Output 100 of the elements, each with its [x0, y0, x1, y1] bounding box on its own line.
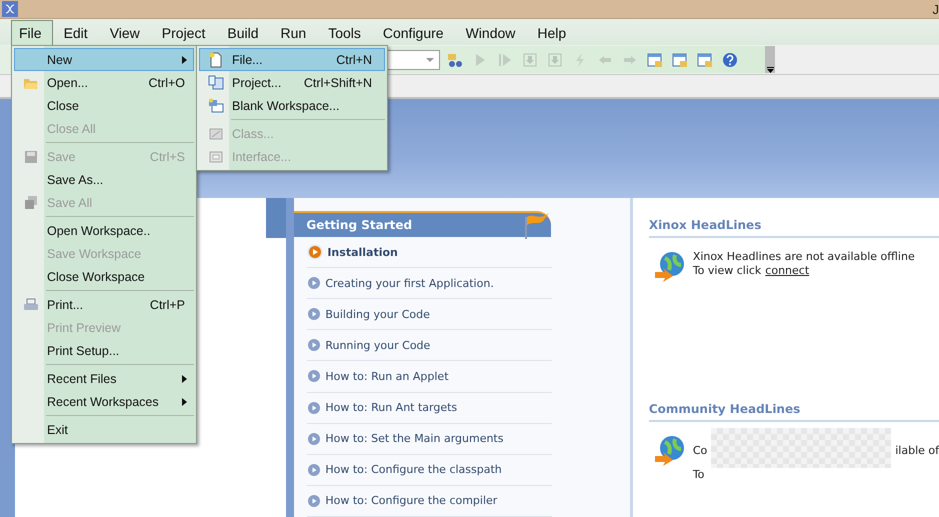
menu-item[interactable]: Print... Ctrl+P	[14, 293, 194, 316]
menu-item-label: Close	[47, 98, 80, 112]
menu-item-label: Exit	[47, 422, 69, 436]
globe-with-arrow-icon	[652, 434, 685, 466]
app-logo-icon	[2, 1, 18, 17]
help-topic-link[interactable]: How to: Configure the classpath	[307, 454, 552, 486]
shortcut-text: Ctrl+P	[150, 298, 186, 312]
project-icon	[208, 74, 224, 90]
menu-bar-item[interactable]: Edit	[56, 20, 99, 45]
dropdown-arrow-icon	[425, 56, 435, 62]
stacked-disks-icon	[23, 194, 39, 210]
help-icon	[722, 52, 738, 68]
menu-item-label: Save As...	[47, 172, 104, 186]
menu-item[interactable]: Blank Workspace...	[199, 94, 385, 117]
globe-with-arrow-icon	[652, 250, 685, 282]
menu-bar-item[interactable]: View	[102, 20, 151, 45]
play-bullet-icon	[307, 462, 322, 478]
menu-item-label: Class...	[232, 126, 275, 140]
menu-item-label: Open...	[47, 76, 89, 90]
menu-bar-item[interactable]: Help	[529, 20, 578, 45]
headline-message: Co	[692, 444, 708, 458]
menu-item[interactable]: New	[14, 48, 194, 71]
interface-icon	[208, 148, 224, 164]
menu-item[interactable]: Save As...	[14, 168, 194, 191]
headlines-title: Xinox HeadLines	[648, 216, 939, 238]
menu-item[interactable]: Close Workspace	[14, 265, 194, 288]
submenu-arrow-icon	[182, 398, 187, 406]
help-topic-link[interactable]: Installation	[307, 237, 552, 268]
help-topic-link[interactable]: How to: Run Ant targets	[307, 392, 552, 424]
shortcut-text: Ctrl+Shift+N	[304, 76, 373, 90]
menu-item-label: Project...	[232, 76, 282, 90]
headline-message: ilable of	[895, 444, 939, 458]
class-icon	[208, 126, 224, 142]
menu-item-label: Print...	[47, 298, 84, 312]
printer-icon	[23, 296, 39, 312]
headlines-title: Community HeadLines	[648, 400, 939, 422]
menu-bar-item[interactable]: Project	[154, 20, 216, 45]
play-bullet-icon	[307, 492, 322, 509]
play-circle-icon	[307, 244, 324, 260]
toolbar-overflow-button[interactable]	[765, 46, 775, 73]
window-title: J	[932, 2, 939, 16]
window-icon	[697, 52, 713, 68]
window-icon	[647, 52, 663, 68]
submenu-arrow-icon	[182, 374, 187, 382]
menu-item[interactable]: Close	[14, 94, 194, 117]
help-topic-link[interactable]: How to: Run an Applet	[307, 361, 552, 393]
menu-item-label: Print Preview	[47, 320, 122, 334]
connect-link[interactable]: connect	[765, 264, 810, 278]
menu-bar-item[interactable]: Build	[219, 20, 270, 45]
menu-item-label: Open Workspace..	[47, 224, 152, 238]
shortcut-text: Ctrl+N	[336, 52, 373, 66]
menu-item-label: New	[47, 52, 74, 66]
menu-item-label: Recent Files	[47, 372, 118, 386]
menu-item[interactable]: Open Workspace..	[14, 219, 194, 242]
menu-bar-item[interactable]: File	[11, 20, 53, 45]
headline-hint: To	[692, 468, 704, 482]
play-bullet-icon	[307, 430, 322, 447]
menu-item[interactable]: Project... Ctrl+Shift+N	[199, 71, 385, 94]
headline-hint: To view click	[692, 264, 762, 278]
menu-item-label: Close Workspace	[47, 270, 146, 284]
chevron-down-icon	[766, 67, 774, 73]
play-bullet-icon	[307, 306, 322, 322]
help-topic-link[interactable]: Creating your first Application.	[307, 268, 552, 300]
shortcut-text: Ctrl+O	[148, 76, 186, 90]
menu-item[interactable]: Exit	[14, 418, 194, 441]
menu-item-label: Close All	[47, 122, 97, 136]
shortcut-text: Ctrl+S	[150, 150, 186, 164]
help-topic-link[interactable]: Building your Code	[307, 299, 552, 330]
step-icon	[497, 52, 513, 68]
headline-message: Xinox Headlines are not available offline	[692, 250, 915, 264]
play-bullet-icon	[307, 275, 322, 292]
menu-item[interactable]: Recent Files	[14, 367, 194, 390]
window-icon	[672, 52, 688, 68]
menu-item-label: File...	[232, 52, 264, 66]
menu-item[interactable]: File... Ctrl+N	[199, 48, 385, 71]
menu-item-label: Save All	[47, 196, 94, 210]
workspace-icon	[208, 98, 224, 114]
play-bullet-icon	[307, 337, 322, 354]
menu-item[interactable]: Recent Workspaces	[14, 390, 194, 413]
binoculars-icon	[447, 52, 463, 68]
help-topic-link[interactable]: How to: Set the Main arguments	[307, 424, 552, 455]
menu-bar-item[interactable]: Configure	[374, 20, 455, 45]
getting-started-title: Getting Started	[306, 218, 412, 232]
menu-bar-item[interactable]: Tools	[320, 20, 372, 45]
menu-bar-item[interactable]: Window	[458, 20, 526, 45]
help-topic-link[interactable]: How to: Configure the compiler	[307, 486, 552, 517]
menu-bar-item[interactable]: Run	[272, 20, 318, 45]
menu-item-label: Recent Workspaces	[47, 394, 160, 408]
help-topic-link[interactable]: Running your Code	[307, 330, 552, 362]
play-bullet-icon	[307, 400, 322, 416]
menu-item-label: Blank Workspace...	[232, 98, 340, 112]
menu-item[interactable]: Print Setup...	[14, 339, 194, 362]
menu-item-label: Save	[47, 150, 76, 164]
menu-item-label: Save Workspace	[47, 246, 142, 260]
menu-item-label: Print Setup...	[47, 344, 120, 358]
menu-item[interactable]: Open... Ctrl+O	[14, 71, 194, 94]
menu-item-label: Interface...	[232, 150, 292, 164]
play-bullet-icon	[307, 368, 322, 384]
submenu-arrow-icon	[182, 56, 187, 64]
new-file-icon	[208, 52, 224, 68]
